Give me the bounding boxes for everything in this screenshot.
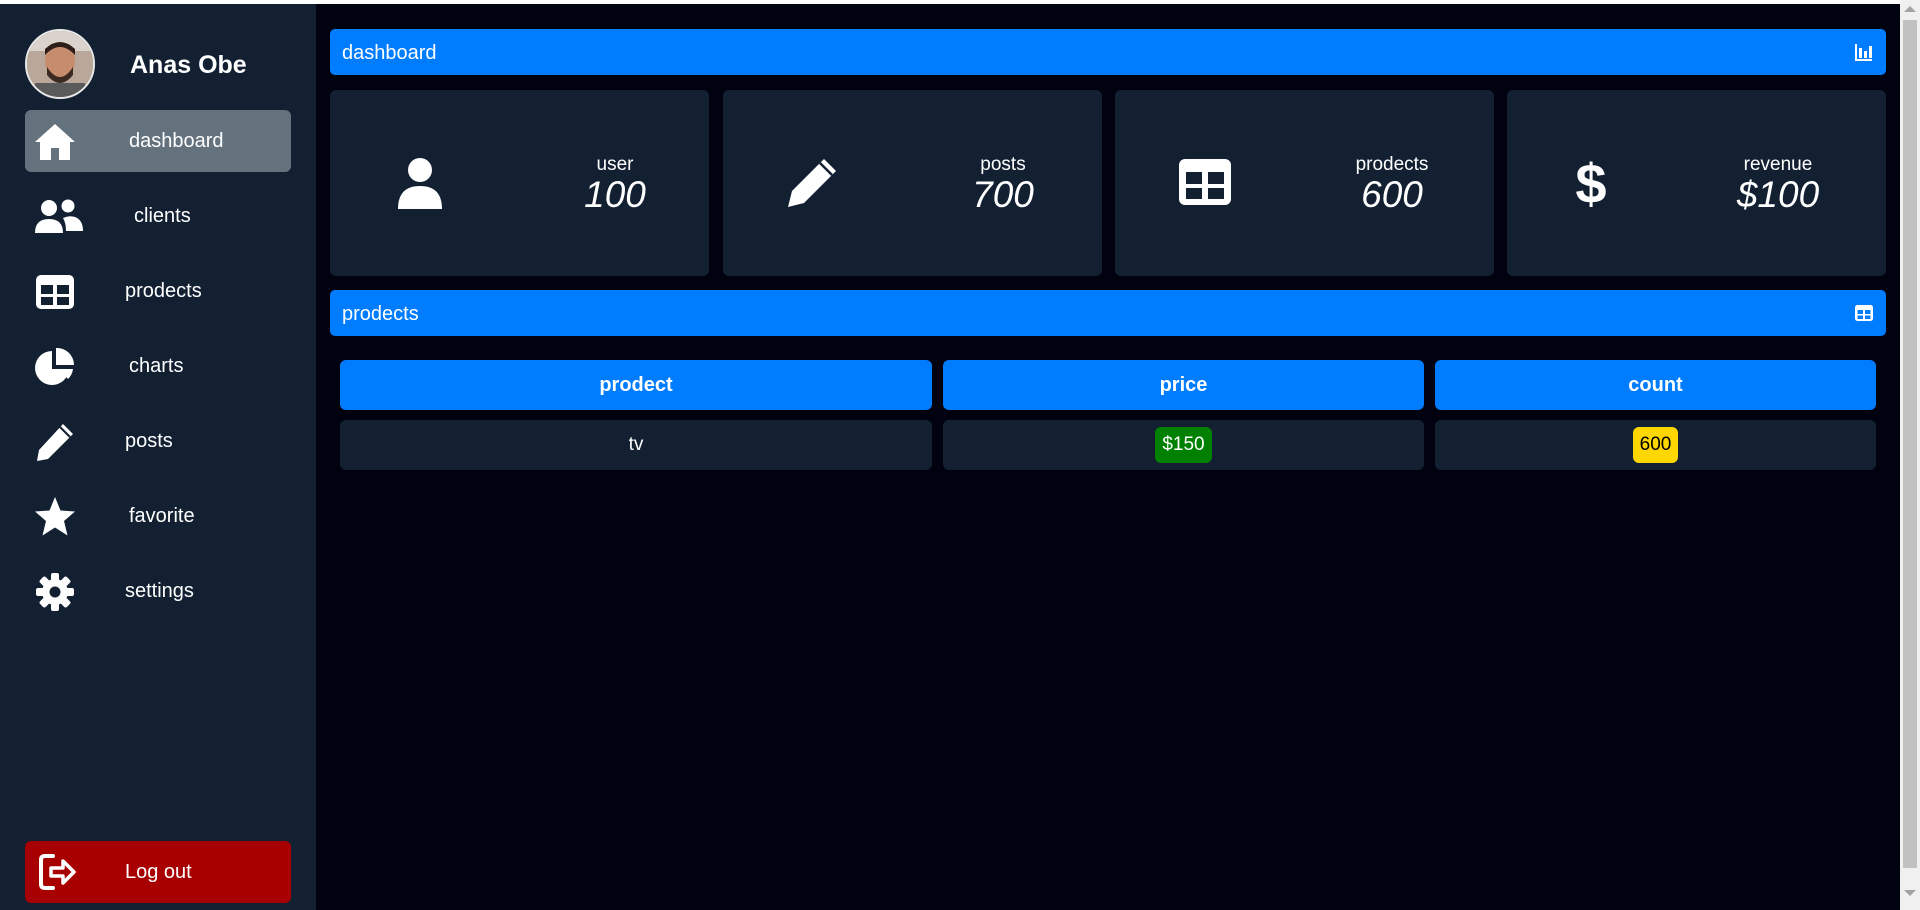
gear-icon [33, 570, 77, 614]
pie-chart-icon [33, 345, 77, 389]
prodects-header: prodects [330, 290, 1886, 336]
stat-value: 700 [972, 174, 1034, 215]
sidebar-item-label: posts [125, 430, 173, 452]
count-badge: 600 [1632, 426, 1679, 463]
sidebar: Anas Obe dashboard clients prodects char… [0, 4, 316, 910]
avatar[interactable] [25, 29, 95, 99]
profile: Anas Obe [25, 29, 295, 99]
dashboard-header: dashboard [330, 29, 1886, 75]
stat-value: 100 [584, 174, 646, 215]
table-cell-count: 600 [1435, 420, 1876, 470]
sidebar-item-settings[interactable]: settings [25, 560, 291, 622]
stat-card-user: user 100 [330, 90, 709, 276]
table-icon [1177, 155, 1233, 211]
stat-label: user [596, 154, 634, 175]
sidebar-item-label: dashboard [129, 130, 224, 152]
user-icon [392, 155, 448, 211]
sidebar-item-prodects[interactable]: prodects [25, 260, 291, 322]
scrollbar-thumb[interactable] [1903, 20, 1917, 868]
bar-chart-icon [1854, 42, 1874, 62]
price-badge: $150 [1155, 426, 1212, 463]
table-cell-prodect: tv [340, 420, 932, 470]
sidebar-item-label: settings [125, 580, 194, 602]
dashboard-title: dashboard [342, 42, 437, 64]
pencil-icon [33, 420, 77, 464]
sidebar-item-label: prodects [125, 280, 202, 302]
app: Anas Obe dashboard clients prodects char… [0, 4, 1900, 910]
sidebar-item-posts[interactable]: posts [25, 410, 291, 472]
svg-text:$: $ [1575, 155, 1606, 211]
home-icon [33, 120, 77, 164]
scroll-up-arrow-icon[interactable] [1904, 6, 1916, 12]
column-header-prodect[interactable]: prodect [340, 360, 932, 410]
dollar-icon: $ [1563, 152, 1619, 215]
stat-value: 600 [1361, 174, 1423, 215]
stat-card-revenue: $ revenue $100 [1507, 90, 1886, 276]
sidebar-item-label: charts [129, 355, 184, 377]
sign-out-icon [37, 850, 81, 894]
sidebar-item-dashboard[interactable]: dashboard [25, 110, 291, 172]
logout-label: Log out [125, 861, 192, 883]
stat-label: revenue [1743, 154, 1813, 175]
table-icon [1854, 303, 1874, 323]
column-header-count[interactable]: count [1435, 360, 1876, 410]
stat-label: posts [980, 154, 1026, 175]
sidebar-item-favorite[interactable]: favorite [25, 485, 291, 547]
column-header-price[interactable]: price [943, 360, 1424, 410]
vertical-scrollbar[interactable] [1900, 0, 1920, 910]
stat-card-prodects: prodects 600 [1115, 90, 1494, 276]
sidebar-item-clients[interactable]: clients [25, 185, 291, 247]
sidebar-item-charts[interactable]: charts [25, 335, 291, 397]
prodects-title: prodects [342, 303, 419, 325]
scroll-down-arrow-icon[interactable] [1904, 890, 1916, 896]
stat-label: prodects [1355, 154, 1429, 175]
sidebar-item-label: clients [134, 205, 191, 227]
stat-card-posts: posts 700 [723, 90, 1102, 276]
table-cell-price: $150 [943, 420, 1424, 470]
logout-button[interactable]: Log out [25, 841, 291, 903]
pencil-icon [784, 155, 840, 211]
users-icon [33, 195, 83, 239]
profile-name: Anas Obe [130, 51, 247, 79]
stat-value: $100 [1736, 174, 1820, 215]
sidebar-item-label: favorite [129, 505, 195, 527]
star-icon [33, 495, 77, 539]
table-icon [33, 270, 77, 314]
